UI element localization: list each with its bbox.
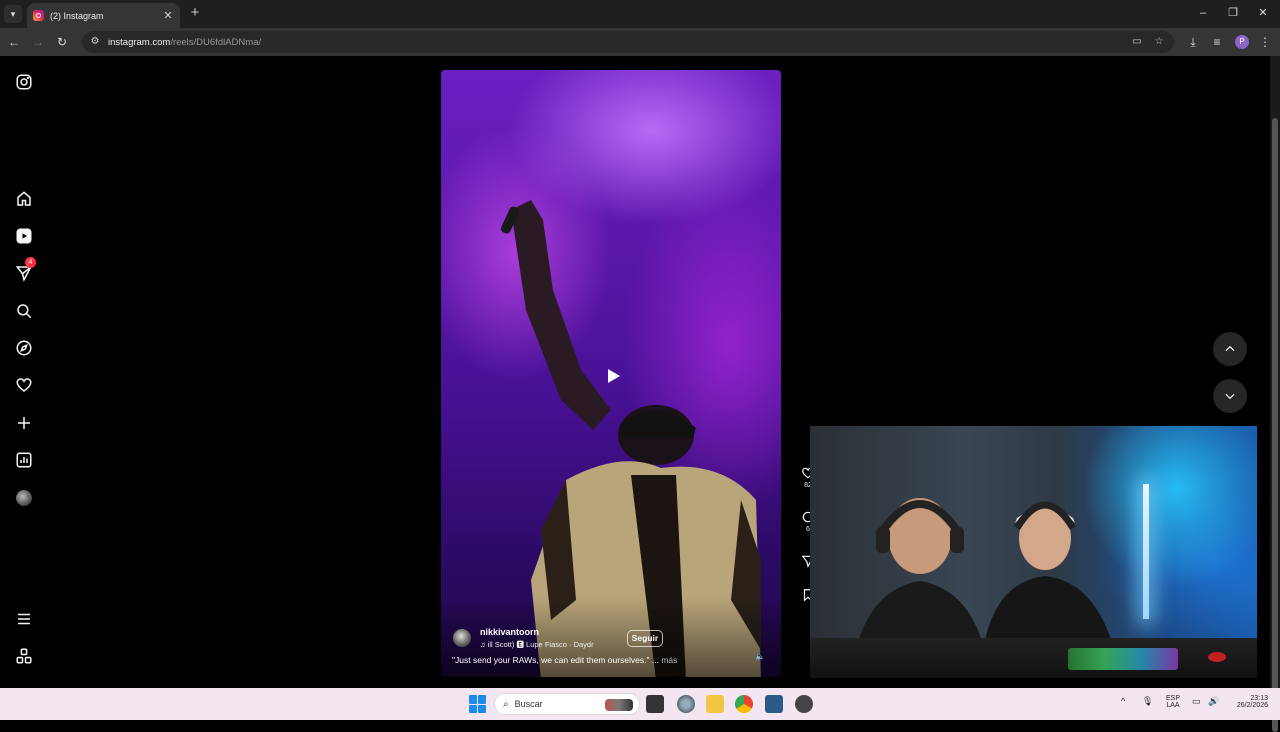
media-controls-icon[interactable]: ≡ xyxy=(1208,33,1226,51)
app-window-icon[interactable] xyxy=(765,695,783,713)
chevron-down-icon xyxy=(1225,393,1235,400)
webcam-overlay xyxy=(810,426,1257,678)
task-view-icon[interactable] xyxy=(646,695,664,713)
tab-strip: ▾ (2) Instagram ✕ + – ❐ ✕ xyxy=(0,0,1280,28)
url-path: /reels/DU6fdlADNma/ xyxy=(170,36,262,48)
tab-title: (2) Instagram xyxy=(50,10,104,21)
chrome-menu-icon[interactable]: ⋮ xyxy=(1256,33,1274,51)
search-highlight-image xyxy=(605,699,633,711)
reel-author-avatar[interactable] xyxy=(453,629,471,647)
url-host: instagram.com xyxy=(108,36,171,48)
also-from-meta-icon[interactable] xyxy=(14,646,34,666)
input-language[interactable]: ESP LAA xyxy=(1163,695,1183,709)
chevron-up-icon xyxy=(1225,345,1235,352)
cast-icon[interactable]: ▭ xyxy=(1130,35,1144,49)
clock-date: 26/2/2026 xyxy=(1236,702,1268,709)
volume-icon[interactable]: 🔊 xyxy=(1208,696,1219,707)
instagram-logo-icon[interactable] xyxy=(14,72,34,92)
new-tab-button[interactable]: + xyxy=(187,5,203,21)
file-explorer-icon[interactable] xyxy=(706,695,724,713)
toolbar: ← → ↻ ⚙ instagram.com/reels/DU6fdlADNma/… xyxy=(0,28,1280,56)
tray-overflow-icon[interactable]: ^ xyxy=(1121,696,1125,706)
instagram-favicon-icon xyxy=(33,10,44,21)
settings-gear-icon[interactable] xyxy=(677,695,695,713)
tab-close-icon[interactable]: ✕ xyxy=(162,9,174,22)
rgb-keyboard xyxy=(1068,648,1178,670)
instagram-page: 4 nikkivantoorn ♫ ill Scott) 🅴 Lupe Fias… xyxy=(0,56,1280,688)
direct-messages-icon[interactable]: 4 xyxy=(14,257,36,283)
reel-more-link[interactable]: más xyxy=(661,655,677,665)
chrome-icon[interactable] xyxy=(735,695,753,713)
previous-reel-button[interactable] xyxy=(1213,332,1247,366)
taskbar-search-icon: ⌕ xyxy=(503,698,509,710)
explore-icon[interactable] xyxy=(14,338,34,358)
lang-top: ESP xyxy=(1165,695,1180,702)
reel-username[interactable]: nikkivantoorn xyxy=(480,627,539,637)
obs-icon[interactable] xyxy=(795,695,813,713)
reel-video[interactable]: nikkivantoorn ♫ ill Scott) 🅴 Lupe Fiasco… xyxy=(441,70,781,677)
reel-info-overlay xyxy=(441,597,781,677)
mouse xyxy=(1208,652,1226,662)
minimize-button[interactable]: – xyxy=(1188,4,1218,22)
next-reel-button[interactable] xyxy=(1213,379,1247,413)
play-icon[interactable] xyxy=(603,366,623,386)
tab-instagram[interactable]: (2) Instagram ✕ xyxy=(27,3,180,28)
notification-badge: 4 xyxy=(25,257,36,268)
follow-button[interactable]: Seguir xyxy=(627,630,663,647)
tab-search-button[interactable]: ▾ xyxy=(4,5,22,23)
menu-icon[interactable] xyxy=(14,609,34,629)
site-info-icon[interactable]: ⚙ xyxy=(88,35,102,49)
reels-icon[interactable] xyxy=(14,226,34,246)
windows-taskbar: ⌕ Buscar ^ 🎙 ESP LAA ▭ 🔊 23:13 26/2/2026 xyxy=(0,688,1280,720)
desk xyxy=(810,638,1257,678)
taskbar-search-label: Buscar xyxy=(514,699,543,709)
downloads-icon[interactable]: ⤓ xyxy=(1184,33,1202,51)
bookmark-star-icon[interactable]: ☆ xyxy=(1152,35,1166,49)
clock-time: 23:13 xyxy=(1250,695,1268,702)
microphone-icon[interactable]: 🎙 xyxy=(1142,696,1153,707)
reel-audio-track[interactable]: ♫ ill Scott) 🅴 Lupe Fiasco · Daydr xyxy=(480,639,610,650)
create-icon[interactable] xyxy=(14,413,34,433)
reel-caption: "Just send your RAWs, we can edit them o… xyxy=(452,655,677,665)
clock[interactable]: 23:13 26/2/2026 xyxy=(1224,695,1268,709)
forward-button[interactable]: → xyxy=(29,33,47,51)
scrollbar-thumb[interactable] xyxy=(1272,118,1278,732)
heart-icon[interactable] xyxy=(14,375,34,395)
network-icon[interactable]: ▭ xyxy=(1192,696,1201,707)
start-button[interactable] xyxy=(469,695,487,713)
address-bar[interactable]: ⚙ instagram.com/reels/DU6fdlADNma/ ▭ ☆ xyxy=(82,31,1174,53)
close-window-button[interactable]: ✕ xyxy=(1248,4,1278,22)
mute-toggle-icon[interactable]: 🔈 xyxy=(753,650,767,664)
profile-picture xyxy=(16,490,32,506)
reload-button[interactable]: ↻ xyxy=(53,33,71,51)
back-button[interactable]: ← xyxy=(5,33,23,51)
profile-avatar[interactable] xyxy=(14,488,34,508)
taskbar-search[interactable]: ⌕ Buscar xyxy=(494,693,640,715)
dashboard-icon[interactable] xyxy=(14,450,34,470)
profile-avatar-button[interactable]: P xyxy=(1235,35,1249,49)
page-scrollbar[interactable] xyxy=(1270,56,1280,732)
lang-bottom: LAA xyxy=(1166,702,1180,709)
search-icon[interactable] xyxy=(14,301,34,321)
lamp xyxy=(1143,484,1149,619)
restore-button[interactable]: ❐ xyxy=(1218,4,1248,22)
home-icon[interactable] xyxy=(14,189,34,209)
reel-caption-text: "Just send your RAWs, we can edit them o… xyxy=(452,655,659,665)
